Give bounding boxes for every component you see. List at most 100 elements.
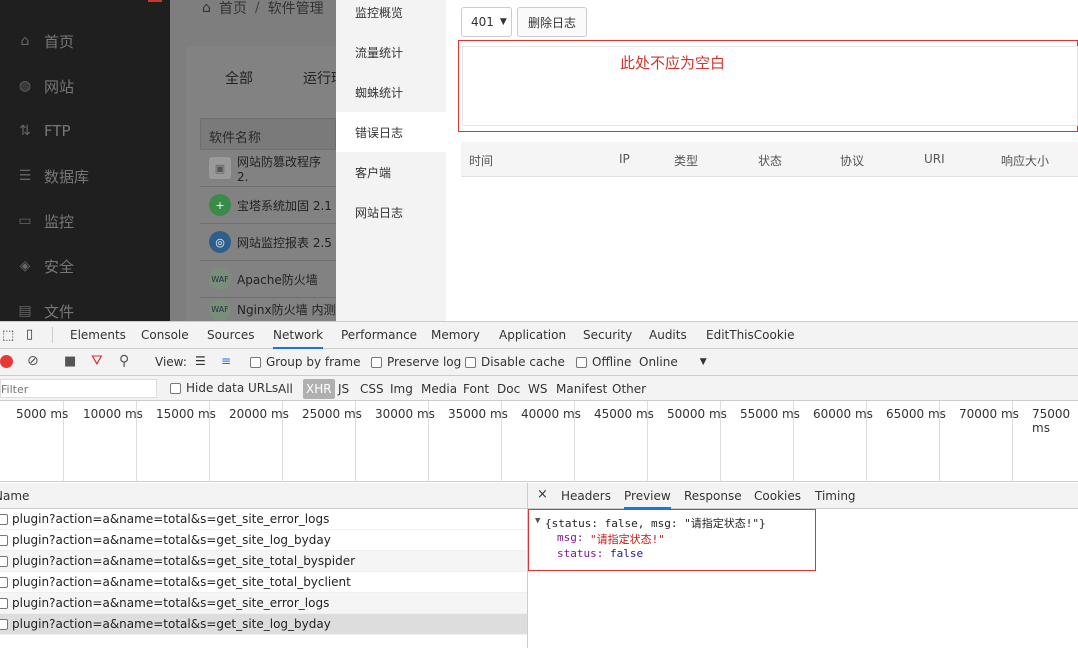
timeline-tick: 20000 ms [229,407,289,421]
checkbox[interactable] [250,356,261,368]
checkbox[interactable] [371,356,382,368]
filter-type-img[interactable]: Img [390,382,413,396]
sidebar-item-database[interactable]: ☰ 数据库 [0,158,170,194]
tab-sources[interactable]: Sources [207,328,254,342]
tab-timing[interactable]: Timing [815,489,856,503]
tab-all[interactable]: 全部 [225,68,253,88]
breadcrumb-home[interactable]: 首页 [219,0,247,18]
tab-response[interactable]: Response [684,489,742,503]
checkbox[interactable] [170,382,181,394]
notification-dot [148,0,162,2]
throttle-select[interactable]: Online ▼ [639,355,707,369]
tab-cookies[interactable]: Cookies [754,489,801,503]
tab-headers[interactable]: Headers [561,489,611,503]
filter-type-all[interactable]: All [278,382,293,396]
stats-submenu: 监控概览 流量统计 蜘蛛统计 错误日志 客户端 网站日志 [336,0,446,321]
clear-icon[interactable]: ⊘ [27,353,39,369]
hide-data-urls-checkbox[interactable]: Hide data URLs [170,381,278,395]
tab-audits[interactable]: Audits [649,328,687,342]
filter-type-xhr[interactable]: XHR [303,379,335,399]
sidebar-item-home[interactable]: ⌂ 首页 [0,23,170,59]
checkbox-label: Preserve log [387,355,462,369]
shield-icon: ◈ [19,258,31,274]
tab-security[interactable]: Security [583,328,632,342]
expand-triangle-icon[interactable]: ▼ [535,516,540,526]
breadcrumb: ⌂ 首页 / 软件管理 [202,0,324,18]
timeline-overview[interactable]: 5000 ms 10000 ms 15000 ms 20000 ms 25000… [0,401,1078,482]
table-row[interactable]: + 宝塔系统加固 2.1 [200,187,336,224]
list-view-icon[interactable]: ☰ [195,354,206,368]
request-row[interactable]: plugin?action=a&name=total&s=get_site_lo… [0,530,527,551]
timeline-tick: 70000 ms [959,407,1019,421]
close-icon[interactable]: × [537,487,548,502]
request-row[interactable]: plugin?action=a&name=total&s=get_site_to… [0,572,527,593]
timeline-tick: 15000 ms [156,407,216,421]
sidebar-item-ftp[interactable]: ⇅ FTP [0,113,170,149]
submenu-clients[interactable]: 客户端 [336,152,446,192]
request-row[interactable]: plugin?action=a&name=total&s=get_site_er… [0,509,527,530]
table-row[interactable]: ◎ 网站监控报表 2.5 [200,224,336,261]
filter-type-manifest[interactable]: Manifest [556,382,607,396]
inspect-icon[interactable]: ⬚ [2,328,14,343]
preview-status-key: status: [557,547,604,560]
request-row-selected[interactable]: plugin?action=a&name=total&s=get_site_lo… [0,614,527,635]
filter-type-ws[interactable]: WS [528,382,547,396]
filter-icon[interactable]: ⛛ [91,353,103,369]
tab-application[interactable]: Application [499,328,566,342]
sidebar-item-monitor[interactable]: ▭ 监控 [0,203,170,239]
request-row[interactable]: plugin?action=a&name=total&s=get_site_to… [0,551,527,572]
checkbox-label: Group by frame [266,355,361,369]
sidebar-item-label: 网站 [44,77,75,96]
filter-type-css[interactable]: CSS [360,382,384,396]
submenu-site-logs[interactable]: 网站日志 [336,192,446,232]
group-by-frame-checkbox[interactable]: Group by frame [250,355,360,369]
table-row[interactable]: ▣ 网站防篡改程序 2. [200,150,336,187]
requests-header[interactable]: Name [0,483,527,509]
filter-type-doc[interactable]: Doc [497,382,520,396]
submenu-spider-stats[interactable]: 蜘蛛统计 [336,72,446,112]
camera-icon[interactable]: ■ [64,354,76,369]
filter-type-media[interactable]: Media [421,382,457,396]
filter-type-font[interactable]: Font [463,382,489,396]
filter-type-js[interactable]: JS [338,382,349,396]
breadcrumb-current: 软件管理 [267,1,324,17]
timeline-tick: 45000 ms [594,407,654,421]
monitor-icon: ▭ [18,213,32,229]
timeline-tick: 40000 ms [521,407,581,421]
tab-network[interactable]: Network [273,328,324,349]
tab-console[interactable]: Console [141,328,189,342]
disable-cache-checkbox[interactable]: Disable cache [465,355,565,369]
delete-log-button[interactable]: 删除日志 [517,7,587,37]
tab-performance[interactable]: Performance [341,328,417,342]
timeline-tick: 75000 ms [1032,407,1071,435]
tab-elements[interactable]: Elements [70,328,126,342]
checkbox[interactable] [576,356,587,368]
tab-preview[interactable]: Preview [624,489,671,509]
search-icon[interactable]: ⚲ [119,353,129,369]
preview-summary[interactable]: {status: false, msg: "请指定状态!"} [545,515,766,531]
sidebar-item-website[interactable]: ◍ 网站 [0,68,170,104]
offline-checkbox[interactable]: Offline [576,355,631,369]
checkbox[interactable] [465,356,476,368]
tab-memory[interactable]: Memory [431,328,480,342]
column-time: 时间 [469,154,494,168]
software-name: Nginx防火墙 内测 [237,303,336,317]
preserve-log-checkbox[interactable]: Preserve log [371,355,461,369]
tab-editthiscookie[interactable]: EditThisCookie [706,328,795,342]
status-select[interactable]: 401 ▼ [461,7,512,37]
waterfall-view-icon[interactable]: ≡ [221,354,231,368]
view-label: View: [155,355,187,369]
record-icon[interactable] [0,355,13,368]
submenu-traffic-stats[interactable]: 流量统计 [336,32,446,72]
table-row[interactable]: WAF Nginx防火墙 内测 [200,298,336,321]
filter-type-other[interactable]: Other [612,382,646,396]
submenu-error-logs[interactable]: 错误日志 [336,112,446,152]
filter-input[interactable] [0,379,157,398]
device-toggle-icon[interactable]: ▯ [26,327,33,342]
sidebar-item-label: 数据库 [44,167,90,186]
sidebar-item-security[interactable]: ◈ 安全 [0,248,170,284]
sidebar: ⌂ 首页 ◍ 网站 ⇅ FTP ☰ 数据库 ▭ 监控 ◈ 安全 ▤ 文件 [0,0,170,321]
request-row[interactable]: plugin?action=a&name=total&s=get_site_er… [0,593,527,614]
table-row[interactable]: WAF Apache防火墙 [200,261,336,298]
submenu-monitor-overview[interactable]: 监控概览 [336,0,446,32]
